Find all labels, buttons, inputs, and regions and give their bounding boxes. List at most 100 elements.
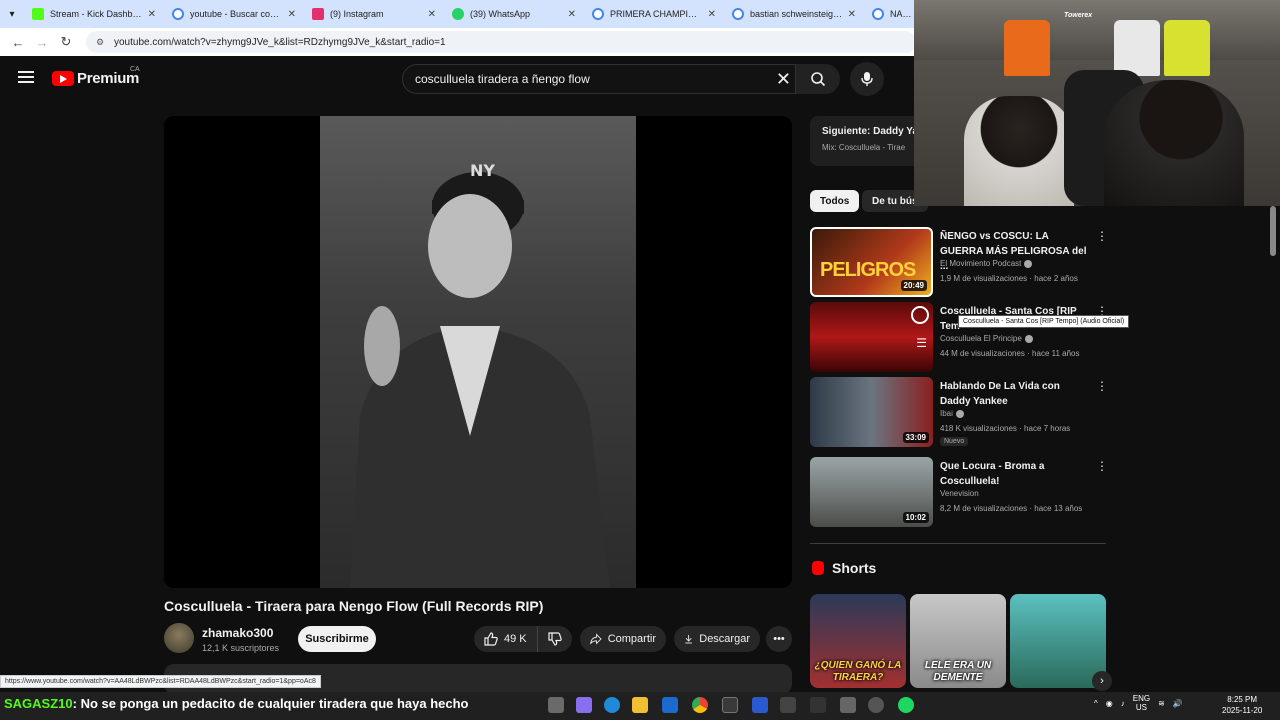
site-info-icon[interactable]: ⚙ [96, 37, 106, 47]
language-indicator[interactable]: ENG US [1133, 694, 1150, 712]
clock[interactable]: 8:25 PM 2025-11-20 [1222, 694, 1262, 716]
video-title[interactable]: Que Locura - Broma a Cosculluela! [940, 459, 1090, 489]
artist-photo: NY [350, 161, 610, 588]
duration-badge: 33:09 [902, 432, 929, 443]
upload-age: hace 2 años [1034, 274, 1078, 283]
short-card[interactable]: ¿QUIEN GANÓ LA TIRAERA? [810, 594, 906, 688]
channel-label: El Movimiento Podcast [940, 259, 1022, 268]
close-icon[interactable]: ✕ [428, 9, 436, 20]
mic-icon[interactable]: ♪ [1121, 699, 1125, 708]
verified-icon [1024, 259, 1033, 268]
close-icon[interactable]: ✕ [708, 9, 716, 20]
share-button[interactable]: Compartir [580, 626, 666, 652]
tab-champions[interactable]: PRIMERA CHAMPIONS DE ✕ [584, 0, 724, 28]
obs-icon[interactable] [868, 697, 884, 713]
close-icon[interactable]: ✕ [568, 9, 576, 20]
lang-code: ENG [1132, 694, 1151, 703]
avatar[interactable] [164, 623, 194, 653]
close-icon[interactable]: ✕ [848, 9, 856, 20]
channel-name[interactable]: Ibai [940, 409, 964, 418]
short-card[interactable]: LELE ERA UN DEMENTE [910, 594, 1006, 688]
edge-icon[interactable] [604, 697, 620, 713]
video-player[interactable]: NY [164, 116, 792, 588]
spotify-icon[interactable] [898, 697, 914, 713]
up-next-panel[interactable]: Siguiente: Daddy Ya Mix: Cosculluela - T… [810, 116, 920, 166]
video-thumbnail[interactable]: 10:02 [810, 457, 933, 527]
tab-whatsapp[interactable]: (39) WhatsApp ✕ [444, 0, 584, 28]
kick-icon [32, 8, 44, 20]
video-thumbnail[interactable]: PELIGROS 20:49 [810, 227, 933, 297]
chrome-icon[interactable] [692, 697, 708, 713]
short-card[interactable] [1010, 594, 1106, 688]
task-view-icon[interactable] [548, 697, 564, 713]
close-icon[interactable]: ✕ [288, 9, 296, 20]
background-shelf [914, 0, 1280, 60]
store-icon[interactable] [722, 697, 738, 713]
url-text: youtube.com/watch?v=zhymg9JVe_k&list=RDz… [114, 36, 446, 48]
up-next-subtitle: Mix: Cosculluela - Tirae [822, 143, 906, 152]
forward-button[interactable]: → [30, 30, 54, 54]
system-tray: ^ ◉ ♪ ENG US ≋ 🔊 [1094, 694, 1183, 712]
channel-name[interactable]: zhamako300 [202, 626, 273, 640]
capcut-icon[interactable] [810, 697, 826, 713]
upload-age: hace 7 horas [1024, 424, 1071, 433]
video-thumbnail[interactable]: 33:09 [810, 377, 933, 447]
wifi-icon[interactable]: ≋ [1158, 699, 1165, 708]
chevron-up-icon[interactable]: ^ [1094, 699, 1098, 708]
search-input[interactable]: cosculluela tiradera a ñengo flow ✕ [402, 64, 796, 94]
scrollbar[interactable] [1270, 206, 1276, 256]
menu-icon[interactable] [18, 71, 34, 83]
tab-schweinsteiger[interactable]: bastian schweinsteiger - B ✕ [724, 0, 864, 28]
volume-icon[interactable]: 🔊 [1173, 699, 1183, 708]
google-icon [172, 8, 184, 20]
region-code: CA [130, 66, 140, 73]
video-meta: 44 M de visualizaciones · hace 11 años [940, 349, 1080, 358]
date: 2025-11-20 [1222, 706, 1263, 715]
list-item[interactable]: PELIGROS 20:49 ÑENGO vs COSCU: LA GUERRA… [810, 227, 1108, 297]
more-vertical-icon[interactable]: ⋮ [1096, 379, 1108, 393]
channel-name[interactable]: Cosculluela El Principe [940, 334, 1033, 343]
tab-instagram[interactable]: (9) Instagram ✕ [304, 0, 444, 28]
clear-search-icon[interactable]: ✕ [776, 69, 791, 90]
channel-name[interactable]: Venevision [940, 489, 979, 498]
close-icon[interactable]: ✕ [148, 9, 156, 20]
webcam-overlay: Towerex [914, 0, 1280, 206]
list-item[interactable]: 33:09 Hablando De La Vida con Daddy Yank… [810, 377, 1108, 447]
thumbnail-text: PELIGROS [820, 259, 916, 281]
tab-google-search[interactable]: youtube - Buscar con Google ✕ [164, 0, 304, 28]
dislike-button[interactable] [538, 626, 572, 652]
chevron-right-icon[interactable]: › [1092, 671, 1112, 691]
download-button[interactable]: Descargar [674, 626, 760, 652]
more-actions-button[interactable]: ••• [766, 626, 792, 652]
outlook-icon[interactable] [662, 697, 678, 713]
upload-age: hace 11 años [1032, 349, 1080, 358]
more-vertical-icon[interactable]: ⋮ [1096, 229, 1108, 243]
view-count: 8,2 M de visualizaciones [940, 504, 1028, 513]
subscribe-button[interactable]: Suscribirme [298, 626, 376, 652]
url-field[interactable]: ⚙ youtube.com/watch?v=zhymg9JVe_k&list=RD… [86, 31, 916, 53]
back-button[interactable]: ← [6, 30, 30, 54]
list-item[interactable]: 10:02 Que Locura - Broma a Cosculluela! … [810, 457, 1108, 527]
more-vertical-icon[interactable]: ⋮ [1096, 459, 1108, 473]
tab-search-icon[interactable]: ▾ [0, 0, 24, 28]
channel-name[interactable]: El Movimiento Podcast [940, 259, 1033, 268]
list-item[interactable]: ☰ Cosculluela - Santa Cos [RIP Tem Coscu… [810, 302, 1108, 372]
view-count: 44 M de visualizaciones [940, 349, 1025, 358]
tab-kick[interactable]: Stream - Kick Dashboard ✕ [24, 0, 164, 28]
network-icon[interactable]: ◉ [1106, 699, 1113, 708]
video-title[interactable]: Hablando De La Vida con Daddy Yankee [940, 379, 1090, 409]
video-thumbnail[interactable]: ☰ [810, 302, 933, 372]
file-explorer-icon[interactable] [632, 697, 648, 713]
app-icon[interactable] [840, 697, 856, 713]
like-button[interactable]: 49 K [474, 626, 538, 652]
app-grid-icon[interactable] [780, 697, 796, 713]
watch-later-icon[interactable] [911, 306, 929, 324]
search-button[interactable] [796, 64, 840, 94]
reload-button[interactable]: ↻ [54, 30, 78, 54]
app-icon[interactable] [752, 697, 768, 713]
add-to-queue-icon[interactable]: ☰ [916, 336, 927, 350]
youtube-premium-logo[interactable]: Premium CA [52, 66, 140, 87]
chip-all[interactable]: Todos [810, 190, 860, 212]
voice-search-button[interactable] [850, 62, 884, 96]
copilot-icon[interactable] [576, 697, 592, 713]
